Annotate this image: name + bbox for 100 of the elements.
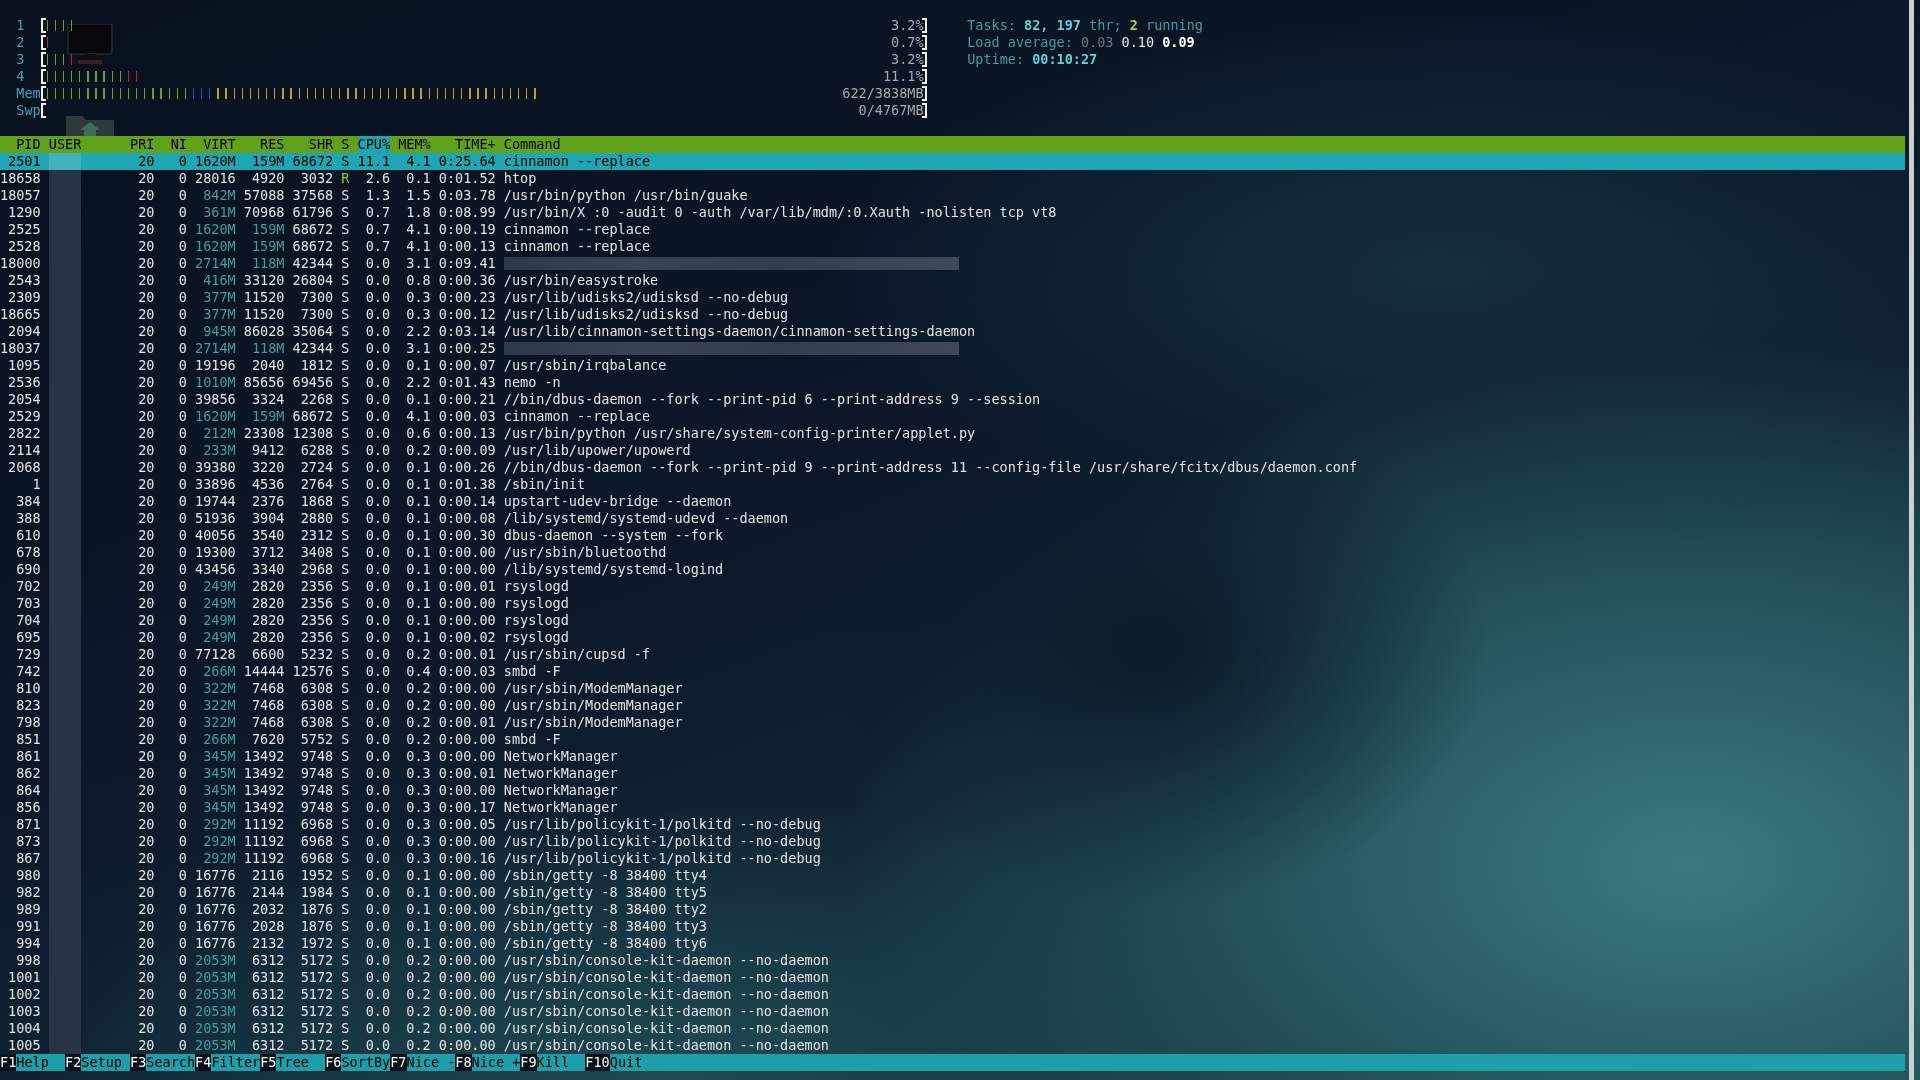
process-row[interactable]: 1 20 0 33896 4536 2764 S 0.0 0.1 0:01.38 /sbin/init [0,476,1905,493]
process-row[interactable]: 851 20 0 266M 7620 5752 S 0.0 0.2 0:00.00 smbd -F [0,731,1905,748]
process-row[interactable]: 2536 20 0 1010M 85656 69456 S 0.0 2.2 0:01.43 nemo -n [0,374,1905,391]
process-row[interactable]: 2094 20 0 945M 86028 35064 S 0.0 2.2 0:03.14 /usr/lib/cinnamon-settings-daemon/cinnamon-settings-daemon [0,323,1905,340]
process-row[interactable]: 856 20 0 345M 13492 9748 S 0.0 0.3 0:00.17 NetworkManager [0,799,1905,816]
process-row[interactable]: 18000 20 0 2714M 118M 42344 S 0.0 3.1 0:09.41 [0,255,1905,272]
process-row[interactable]: 703 20 0 249M 2820 2356 S 0.0 0.1 0:00.00 rsyslogd [0,595,1905,612]
process-row[interactable]: 994 20 0 16776 2132 1972 S 0.0 0.1 0:00.00 /sbin/getty -8 38400 tty6 [0,935,1905,952]
process-row[interactable]: 702 20 0 249M 2820 2356 S 0.0 0.1 0:00.01 rsyslogd [0,578,1905,595]
process-row[interactable]: 998 20 0 2053M 6312 5172 S 0.0 0.2 0:00.00 /usr/sbin/console-kit-daemon --no-daemon [0,952,1905,969]
virtual-memory-cell-text: 345M [202,748,236,765]
process-row[interactable]: 2525 20 0 1620M 159M 68672 S 0.7 4.1 0:00.19 cinnamon --replace [0,221,1905,238]
function-key-button[interactable]: F7Nice - [390,1054,456,1071]
column-header[interactable]: PRI [130,136,155,153]
process-row[interactable]: 704 20 0 249M 2820 2356 S 0.0 0.1 0:00.00 rsyslogd [0,612,1905,629]
column-header[interactable]: MEM% [398,136,431,153]
cpu-percent-cell-text: 0.0 [364,935,390,952]
process-row[interactable]: 989 20 0 16776 2032 1876 S 0.0 0.1 0:00.00 /sbin/getty -8 38400 tty2 [0,901,1905,918]
process-row[interactable]: 610 20 0 40056 3540 2312 S 0.0 0.1 0:00.30 dbus-daemon --system --fork [0,527,1905,544]
shared-memory-cell-text: 6308 [299,697,334,714]
scrollbar[interactable] [1909,0,1914,1080]
process-row[interactable]: 690 20 0 43456 3340 2968 S 0.0 0.1 0:00.00 /lib/systemd/systemd-logind [0,561,1905,578]
process-row[interactable]: 2822 20 0 212M 23308 12308 S 0.0 0.6 0:00.13 /usr/bin/python /usr/share/system-config-printer/applet.py [0,425,1905,442]
process-row[interactable]: 2114 20 0 233M 9412 6288 S 0.0 0.2 0:00.09 /usr/lib/upower/upowerd [0,442,1905,459]
nice-cell-text: 0 [177,578,187,595]
process-row[interactable]: 980 20 0 16776 2116 1952 S 0.0 0.1 0:00.00 /sbin/getty -8 38400 tty4 [0,867,1905,884]
memory-percent-cell-text: 4.1 [405,153,431,170]
meter-reading: 11.1% [882,69,924,84]
function-key-button[interactable]: F10Quit [585,1054,659,1071]
pid-cell-text: 2068 [7,459,41,476]
column-header[interactable]: Command [503,136,561,153]
resident-memory-cell-text: 2028 [250,918,285,935]
process-row[interactable]: 2068 20 0 39380 3220 2724 S 0.0 0.1 0:00.26 //bin/dbus-daemon --fork --print-pid 9 --print-address 11 --config-file /usr/share/fcitx/dbus/daemon.conf [0,459,1905,476]
process-row[interactable]: 823 20 0 322M 7468 6308 S 0.0 0.2 0:00.00 /usr/sbin/ModemManager [0,697,1905,714]
column-header[interactable]: PID [0,136,41,153]
process-row[interactable]: 742 20 0 266M 14444 12576 S 0.0 0.4 0:00.03 smbd -F [0,663,1905,680]
nice-cell-text: 0 [177,476,187,493]
virtual-memory-cell: 2053M [195,952,236,969]
column-header[interactable]: USER [48,136,122,153]
function-key-button[interactable]: F4Filter [195,1054,261,1071]
shared-memory-cell: 12308 [292,425,334,442]
virtual-memory-cell: 16776 [195,901,236,918]
shared-memory-cell-text: 1876 [299,918,334,935]
column-header[interactable]: SHR [292,136,334,153]
process-row[interactable]: 2529 20 0 1620M 159M 68672 S 0.0 4.1 0:00.03 cinnamon --replace [0,408,1905,425]
column-header[interactable]: RES [243,136,285,153]
function-key-button[interactable]: F9Kill [520,1054,586,1071]
process-row[interactable]: 2309 20 0 377M 11520 7300 S 0.0 0.3 0:00.23 /usr/lib/udisks2/udisksd --no-debug [0,289,1905,306]
process-row[interactable]: 861 20 0 345M 13492 9748 S 0.0 0.3 0:00.00 NetworkManager [0,748,1905,765]
process-row[interactable]: 810 20 0 322M 7468 6308 S 0.0 0.2 0:00.00 /usr/sbin/ModemManager [0,680,1905,697]
function-key-button[interactable]: F2Setup [65,1054,131,1071]
process-row[interactable]: 678 20 0 19300 3712 3408 S 0.0 0.1 0:00.00 /usr/sbin/bluetoothd [0,544,1905,561]
process-row[interactable]: 2054 20 0 39856 3324 2268 S 0.0 0.1 0:00.21 //bin/dbus-daemon --fork --print-pid 6 --print-address 9 --session [0,391,1905,408]
pid-cell-text: 2114 [7,442,41,459]
nice-cell-text: 0 [177,544,187,561]
process-row[interactable]: 1004 20 0 2053M 6312 5172 S 0.0 0.2 0:00.00 /usr/sbin/console-kit-daemon --no-daemon [0,1020,1905,1037]
memory-percent-cell-text: 0.2 [405,646,431,663]
nice-cell-text: 0 [177,442,187,459]
process-row[interactable]: 388 20 0 51936 3904 2880 S 0.0 0.1 0:00.08 /lib/systemd/systemd-udevd --daemon [0,510,1905,527]
process-row[interactable]: 384 20 0 19744 2376 1868 S 0.0 0.1 0:00.14 upstart-udev-bridge --daemon [0,493,1905,510]
process-row[interactable]: 982 20 0 16776 2144 1984 S 0.0 0.1 0:00.00 /sbin/getty -8 38400 tty5 [0,884,1905,901]
process-row[interactable]: 695 20 0 249M 2820 2356 S 0.0 0.1 0:00.02 rsyslogd [0,629,1905,646]
process-row[interactable]: 1290 20 0 361M 70968 61796 S 0.7 1.8 0:08.99 /usr/bin/X :0 -audit 0 -auth /var/lib/mdm/:0.Xauth -nolisten tcp vt8 [0,204,1905,221]
command-cell: cinnamon --replace [503,238,651,255]
process-row[interactable]: 1002 20 0 2053M 6312 5172 S 0.0 0.2 0:00.00 /usr/sbin/console-kit-daemon --no-daemon [0,986,1905,1003]
memory-percent-cell-text: 0.2 [405,442,431,459]
virtual-memory-cell-text: 292M [202,833,236,850]
state-cell: S [341,544,350,561]
process-row[interactable]: 1095 20 0 19196 2040 1812 S 0.0 0.1 0:00.07 /usr/sbin/irqbalance [0,357,1905,374]
column-header[interactable]: VIRT [195,136,236,153]
process-row[interactable]: 991 20 0 16776 2028 1876 S 0.0 0.1 0:00.00 /sbin/getty -8 38400 tty3 [0,918,1905,935]
cpu-time-cell: 0:00.00 [438,952,496,969]
function-key-button[interactable]: F8Nice + [455,1054,521,1071]
column-header[interactable]: S [341,136,350,153]
process-row[interactable]: 864 20 0 345M 13492 9748 S 0.0 0.3 0:00.00 NetworkManager [0,782,1905,799]
process-row[interactable]: 18037 20 0 2714M 118M 42344 S 0.0 3.1 0:00.25 [0,340,1905,357]
process-row[interactable]: 2501 20 0 1620M 159M 68672 S 11.1 4.1 0:25.64 cinnamon --replace [0,153,1905,170]
column-header[interactable]: CPU% [357,136,390,153]
command-cell: /usr/sbin/console-kit-daemon --no-daemon [503,986,829,1003]
process-row[interactable]: 729 20 0 77128 6600 5232 S 0.0 0.2 0:00.01 /usr/sbin/cupsd -f [0,646,1905,663]
process-row[interactable]: 18665 20 0 377M 11520 7300 S 0.0 0.3 0:00.12 /usr/lib/udisks2/udisksd --no-debug [0,306,1905,323]
function-key-button[interactable]: F6SortBy [325,1054,391,1071]
column-header[interactable]: TIME+ [438,136,496,153]
nice-cell-text: 0 [177,714,187,731]
function-key-button[interactable]: F1Help [0,1054,66,1071]
process-row[interactable]: 1005 20 0 2053M 6312 5172 S 0.0 0.2 0:00.00 /usr/sbin/console-kit-daemon --no-daemon [0,1037,1905,1054]
column-header[interactable]: NI [162,136,187,153]
process-row[interactable]: 2528 20 0 1620M 159M 68672 S 0.7 4.1 0:00.13 cinnamon --replace [0,238,1905,255]
function-key-button[interactable]: F3Search [130,1054,196,1071]
process-row[interactable]: 2543 20 0 416M 33120 26804 S 0.0 0.8 0:00.36 /usr/bin/easystroke [0,272,1905,289]
process-row[interactable]: 867 20 0 292M 11192 6968 S 0.0 0.3 0:00.16 /usr/lib/policykit-1/polkitd --no-debug [0,850,1905,867]
process-row[interactable]: 1001 20 0 2053M 6312 5172 S 0.0 0.2 0:00.00 /usr/sbin/console-kit-daemon --no-daemon [0,969,1905,986]
process-row[interactable]: 798 20 0 322M 7468 6308 S 0.0 0.2 0:00.01 /usr/sbin/ModemManager [0,714,1905,731]
pid-cell-text: 1004 [7,1020,41,1037]
process-row[interactable]: 18658 20 0 28016 4920 3032 R 2.6 0.1 0:01.52 htop [0,170,1905,187]
process-row[interactable]: 871 20 0 292M 11192 6968 S 0.0 0.3 0:00.05 /usr/lib/policykit-1/polkitd --no-debug [0,816,1905,833]
process-row[interactable]: 18057 20 0 842M 57088 37568 S 1.3 1.5 0:03.78 /usr/bin/python /usr/bin/guake [0,187,1905,204]
process-row[interactable]: 873 20 0 292M 11192 6968 S 0.0 0.3 0:00.00 /usr/lib/policykit-1/polkitd --no-debug [0,833,1905,850]
process-row[interactable]: 1003 20 0 2053M 6312 5172 S 0.0 0.2 0:00.00 /usr/sbin/console-kit-daemon --no-daemon [0,1003,1905,1020]
process-row[interactable]: 862 20 0 345M 13492 9748 S 0.0 0.3 0:00.01 NetworkManager [0,765,1905,782]
